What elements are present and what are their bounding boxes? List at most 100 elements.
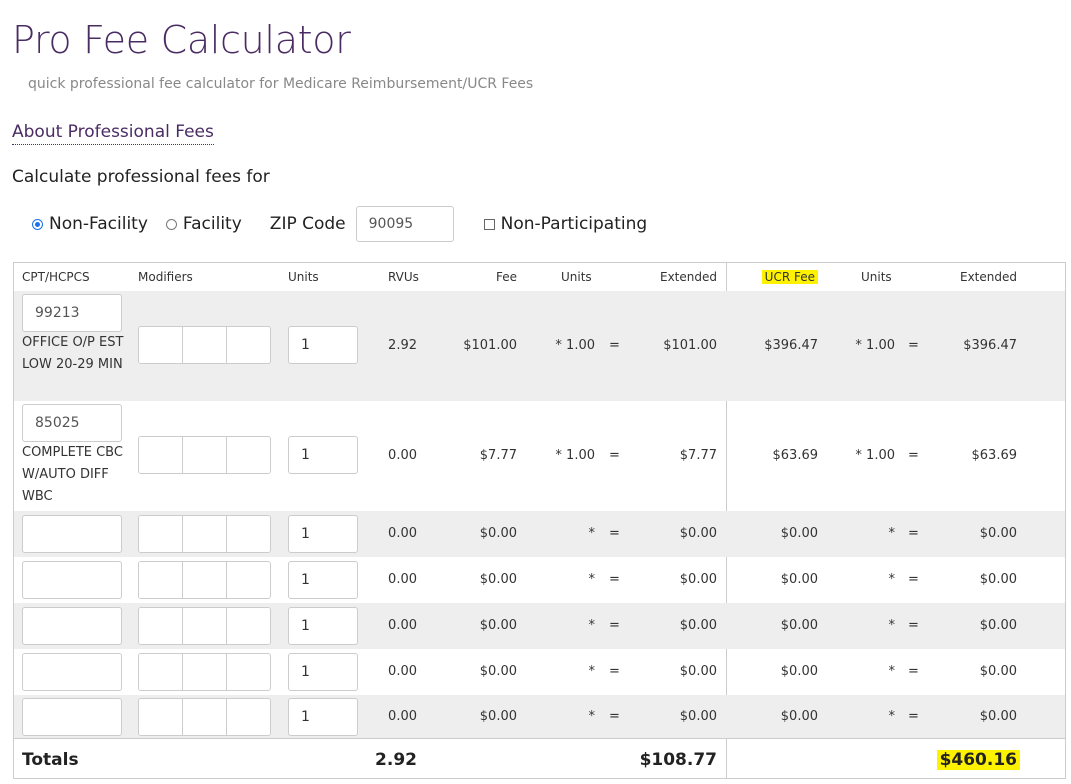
equals: =	[609, 448, 620, 463]
header-cpt-hcpcs: CPT/HCPCS	[22, 270, 90, 284]
modifier-input[interactable]	[183, 437, 227, 473]
units-input[interactable]	[288, 436, 358, 474]
cpt-code-input[interactable]	[22, 653, 122, 691]
radio-selected-icon[interactable]	[32, 218, 43, 230]
units-input[interactable]	[288, 561, 358, 599]
ucr-equals: =	[908, 664, 919, 679]
ucr-equals: =	[908, 618, 919, 633]
totals-extended: $108.77	[639, 750, 717, 770]
page-subtitle: quick professional fee calculator for Me…	[28, 76, 534, 92]
ucr-multiplier: * 1.00	[855, 338, 895, 353]
non-participating-checkbox[interactable]: Non-Participating	[483, 214, 648, 234]
modifier-input[interactable]	[183, 562, 227, 598]
fee-value: $0.00	[479, 664, 517, 679]
modifier-input[interactable]	[139, 654, 183, 690]
modifier-inputs	[138, 326, 271, 364]
modifier-input[interactable]	[227, 437, 270, 473]
radio-unselected-icon[interactable]	[165, 218, 177, 230]
modifier-input[interactable]	[183, 516, 227, 552]
modifier-input[interactable]	[227, 608, 270, 644]
ucr-multiplier: *	[888, 572, 896, 587]
totals-rvus: 2.92	[375, 750, 417, 770]
totals-label: Totals	[22, 750, 79, 770]
rvus-value: 0.00	[388, 448, 417, 463]
ucr-fee-value: $0.00	[780, 709, 818, 724]
ucr-fee-value: $0.00	[780, 572, 818, 587]
cpt-code-input[interactable]	[22, 515, 122, 553]
multiplier: * 1.00	[555, 338, 595, 353]
ucr-fee-highlight: UCR Fee	[761, 270, 818, 284]
header-units: Units	[288, 270, 319, 284]
modifier-input[interactable]	[183, 699, 227, 735]
non-facility-radio[interactable]: Non-Facility	[32, 214, 148, 234]
ucr-fee-value: $0.00	[780, 618, 818, 633]
cpt-code-input[interactable]	[22, 561, 122, 599]
units-input[interactable]	[288, 326, 358, 364]
cpt-code-input[interactable]	[22, 294, 122, 332]
fee-value: $0.00	[479, 526, 517, 541]
about-professional-fees-link[interactable]: About Professional Fees	[12, 122, 214, 145]
modifier-input[interactable]	[183, 608, 227, 644]
units-input[interactable]	[288, 607, 358, 645]
ucr-equals: =	[908, 709, 919, 724]
table-row: 0.00 $0.00 * = $0.00 $0.00 * = $0.00	[14, 603, 1065, 649]
modifier-input[interactable]	[183, 327, 227, 363]
modifier-input[interactable]	[227, 654, 270, 690]
modifier-input[interactable]	[227, 562, 270, 598]
units-input[interactable]	[288, 698, 358, 736]
ucr-equals: =	[908, 448, 919, 463]
modifier-inputs	[138, 515, 271, 553]
modifier-input[interactable]	[227, 327, 270, 363]
extended-value: $0.00	[679, 664, 717, 679]
header-extended-2: Extended	[960, 270, 1017, 284]
ucr-extended-value: $0.00	[979, 572, 1017, 587]
extended-value: $7.77	[679, 448, 717, 463]
cpt-code-input[interactable]	[22, 404, 122, 442]
rvus-value: 2.92	[388, 338, 417, 353]
units-input[interactable]	[288, 515, 358, 553]
modifier-input[interactable]	[139, 516, 183, 552]
rvus-value: 0.00	[388, 618, 417, 633]
extended-value: $101.00	[663, 338, 717, 353]
modifier-input[interactable]	[139, 608, 183, 644]
modifier-input[interactable]	[227, 516, 270, 552]
table-row: 0.00 $0.00 * = $0.00 $0.00 * = $0.00	[14, 649, 1065, 695]
modifier-inputs	[138, 607, 271, 645]
non-participating-label: Non-Participating	[500, 214, 648, 234]
extended-value: $0.00	[679, 526, 717, 541]
facility-radio[interactable]: Facility	[165, 214, 242, 234]
modifier-input[interactable]	[183, 654, 227, 690]
equals: =	[609, 618, 620, 633]
modifier-input[interactable]	[139, 327, 183, 363]
extended-value: $0.00	[679, 572, 717, 587]
modifier-inputs	[138, 698, 271, 736]
totals-ucr-extended: $460.16	[936, 750, 1020, 770]
ucr-fee-value: $396.47	[764, 338, 818, 353]
equals: =	[609, 338, 620, 353]
multiplier: *	[588, 709, 596, 724]
cpt-code-input[interactable]	[22, 698, 122, 736]
modifier-input[interactable]	[139, 437, 183, 473]
zip-code-input[interactable]	[355, 206, 454, 242]
ucr-equals: =	[908, 526, 919, 541]
multiplier: *	[588, 618, 596, 633]
modifier-input[interactable]	[139, 699, 183, 735]
modifier-input[interactable]	[139, 562, 183, 598]
options-row: Non-Facility Facility ZIP Code Non-Parti…	[32, 204, 647, 244]
fee-value: $0.00	[479, 572, 517, 587]
header-modifiers: Modifiers	[138, 270, 193, 284]
units-input[interactable]	[288, 653, 358, 691]
ucr-extended-value: $0.00	[979, 664, 1017, 679]
fee-value: $0.00	[479, 618, 517, 633]
header-units-3: Units	[861, 270, 892, 284]
ucr-extended-value: $0.00	[979, 526, 1017, 541]
totals-row: Totals 2.92 $108.77 $460.16	[14, 738, 1065, 781]
modifier-input[interactable]	[227, 699, 270, 735]
zip-code-label: ZIP Code	[269, 214, 346, 234]
page-title: Pro Fee Calculator	[12, 18, 351, 62]
cpt-code-input[interactable]	[22, 607, 122, 645]
rvus-value: 0.00	[388, 709, 417, 724]
modifier-inputs	[138, 561, 271, 599]
checkbox-icon[interactable]	[483, 218, 495, 230]
ucr-extended-value: $396.47	[963, 338, 1017, 353]
